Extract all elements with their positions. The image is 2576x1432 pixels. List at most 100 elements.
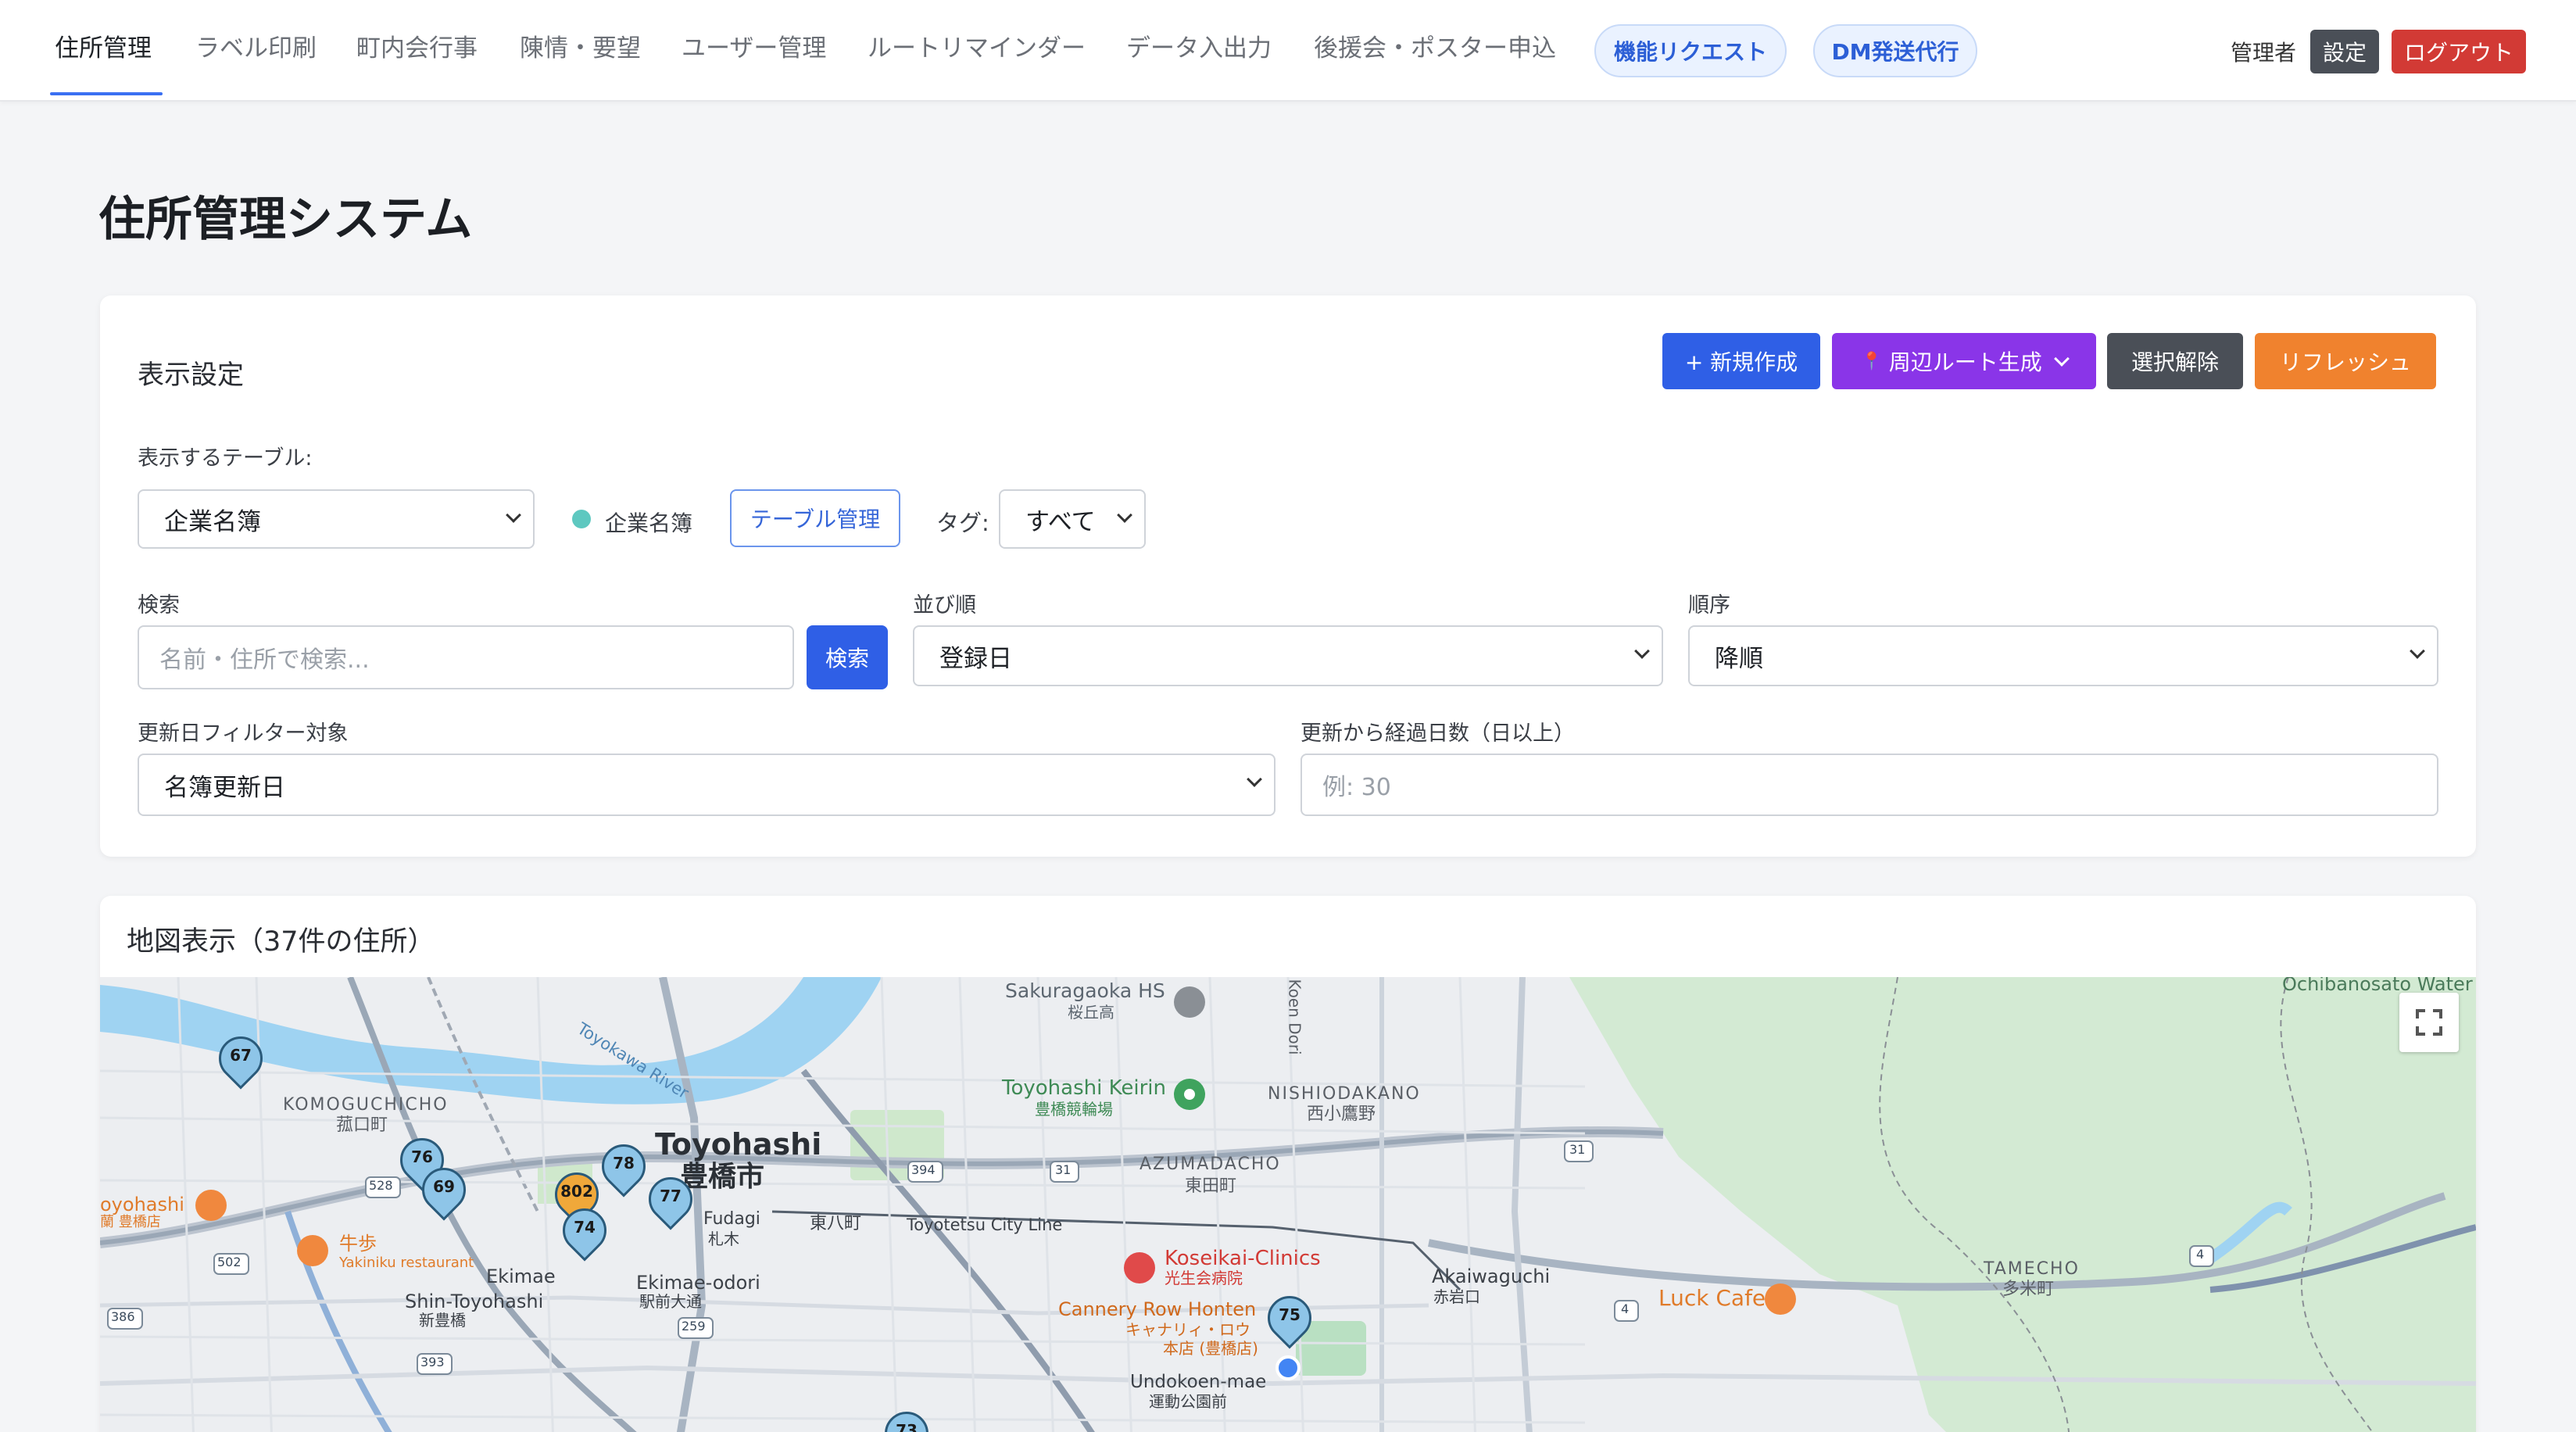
map-label: Sakuragaoka HS [1005, 979, 1165, 1002]
settings-button[interactable]: 設定 [2310, 30, 2379, 73]
tag-select-value: すべて [1025, 507, 1096, 536]
address-marker[interactable]: 77 [639, 1168, 702, 1233]
map-label-city: Toyohashi [655, 1127, 822, 1162]
nav-tab-data-io[interactable]: データ入出力 [1126, 31, 1272, 66]
map-label: 牛歩 [339, 1233, 377, 1255]
address-marker[interactable]: 67 [209, 1027, 272, 1093]
chevron-down-icon [2053, 351, 2070, 367]
map-label: 豊橋競輪場 [1035, 1100, 1113, 1119]
address-marker[interactable]: 69 [413, 1158, 475, 1224]
map-label: Fudagi [703, 1209, 760, 1229]
address-marker[interactable]: 73 [875, 1402, 938, 1432]
update-filter-label: 更新日フィルター対象 [138, 721, 349, 746]
address-marker[interactable]: 74 [553, 1199, 616, 1265]
refresh-button[interactable]: リフレッシュ [2255, 333, 2436, 389]
road-number: 4 [1621, 1301, 1630, 1316]
route-generate-label: 周辺ルート生成 [1888, 349, 2042, 375]
dm-service-button[interactable]: DM発送代行 [1813, 24, 1977, 77]
update-filter-select[interactable]: 名簿更新日 [138, 754, 1275, 816]
road-number: 393 [420, 1355, 445, 1369]
nav-tab-address[interactable]: 住所管理 [55, 31, 152, 66]
map-label: AZUMADACHO [1140, 1155, 1281, 1174]
tag-select[interactable]: すべて [999, 489, 1146, 549]
map-label: 札木 [708, 1230, 739, 1248]
marker-number: 78 [613, 1154, 635, 1172]
map-label: 多米町 [2002, 1280, 2055, 1299]
table-select[interactable]: 企業名簿 [138, 489, 535, 549]
nav-tab-route-reminder[interactable]: ルートリマインダー [868, 31, 1086, 66]
table-color-dot [572, 510, 591, 528]
map-label: 蘭 豊橋店 [100, 1214, 161, 1230]
search-input[interactable]: 名前・住所で検索... [138, 625, 794, 689]
map-label: 桜丘高 [1068, 1003, 1114, 1022]
map-label: 東田町 [1185, 1176, 1237, 1196]
map-label: oyohashi [100, 1194, 184, 1215]
deselect-button[interactable]: 選択解除 [2107, 333, 2243, 389]
sort-select-value: 登録日 [939, 644, 1012, 673]
chevron-down-icon [1117, 507, 1132, 523]
road-number: 4 [2196, 1247, 2205, 1262]
search-button[interactable]: 検索 [807, 625, 888, 689]
nav-active-indicator [50, 92, 163, 95]
marker-number: 77 [660, 1187, 682, 1205]
user-role-label: 管理者 [2231, 40, 2297, 66]
new-create-button[interactable]: + 新規作成 [1662, 333, 1820, 389]
road-number: 31 [1055, 1162, 1072, 1177]
map-title: 地図表示（37件の住所） [127, 926, 435, 958]
map-card: 地図表示（37件の住所） 528 502 386 393 259 394 31 … [100, 896, 2476, 1432]
update-filter-value: 名簿更新日 [164, 773, 285, 802]
nav-tab-label-print[interactable]: ラベル印刷 [195, 31, 317, 66]
sort-select[interactable]: 登録日 [913, 625, 1663, 686]
map-label: Luck Cafe [1658, 1285, 1766, 1311]
marker-number: 69 [433, 1177, 455, 1196]
map-label: キャナリィ・ロウ [1125, 1320, 1250, 1339]
map-label: Shin-Toyohashi [405, 1291, 544, 1312]
chevron-down-icon [506, 507, 521, 523]
nav-tab-users[interactable]: ユーザー管理 [682, 31, 826, 66]
map-label: 西小鷹野 [1307, 1104, 1376, 1124]
route-generate-button[interactable]: 📍 周辺ルート生成 [1832, 333, 2096, 389]
search-label: 検索 [138, 593, 180, 618]
map-label: 本店 (豊橋店) [1163, 1339, 1258, 1358]
sort-label: 並び順 [913, 593, 976, 618]
order-select-value: 降順 [1715, 644, 1763, 673]
pin-icon: 📍 [1861, 351, 1883, 371]
map-label: Cannery Row Honten [1058, 1298, 1257, 1320]
road-number: 259 [682, 1319, 706, 1334]
logout-button[interactable]: ログアウト [2392, 30, 2526, 73]
marker-number: 67 [230, 1046, 252, 1065]
map-label: Toyohashi Keirin [1002, 1076, 1166, 1100]
order-select[interactable]: 降順 [1688, 625, 2438, 686]
map-label: 菰口町 [336, 1115, 388, 1135]
table-select-label: 表示するテーブル: [138, 446, 313, 471]
chevron-down-icon [1247, 771, 1262, 787]
nav-tab-events[interactable]: 町内会行事 [356, 31, 478, 66]
map-canvas[interactable]: 528 502 386 393 259 394 31 31 4 4 Sakura… [100, 977, 2476, 1432]
nav-tab-petitions[interactable]: 陳情・要望 [520, 31, 641, 66]
card-title: 表示設定 [138, 360, 244, 391]
map-label: Koseikai-Clinics [1165, 1247, 1321, 1270]
fullscreen-button[interactable] [2399, 993, 2459, 1052]
feature-request-button[interactable]: 機能リクエスト [1594, 24, 1787, 77]
nav-tab-supporters[interactable]: 後援会・ポスター申込 [1314, 31, 1556, 66]
map-label: 新豊橋 [419, 1311, 466, 1330]
map-label: 赤岩口 [1433, 1287, 1480, 1306]
address-marker[interactable]: 75 [1258, 1287, 1321, 1352]
order-label: 順序 [1688, 593, 1730, 618]
map-label: Ekimae [486, 1266, 556, 1287]
table-manage-button[interactable]: テーブル管理 [730, 489, 900, 547]
table-legend-label: 企業名簿 [605, 510, 693, 536]
map-label: 東八町 [810, 1214, 862, 1233]
marker-number: 802 [560, 1182, 593, 1201]
road-number: 394 [911, 1162, 936, 1177]
road-number: 31 [1569, 1142, 1586, 1157]
table-select-value: 企業名簿 [164, 507, 261, 536]
display-settings-card: 表示設定 + 新規作成 📍 周辺ルート生成 選択解除 リフレッシュ 表示するテー… [100, 295, 2476, 857]
page-title: 住所管理システム [98, 192, 473, 247]
map-label: Yakiniku restaurant [339, 1255, 474, 1271]
days-input[interactable]: 例: 30 [1301, 754, 2438, 816]
map-label: 駅前大通 [639, 1292, 702, 1311]
address-marker[interactable]: 78 [592, 1135, 655, 1201]
marker-number: 75 [1279, 1305, 1301, 1324]
road-number: 386 [111, 1309, 135, 1324]
